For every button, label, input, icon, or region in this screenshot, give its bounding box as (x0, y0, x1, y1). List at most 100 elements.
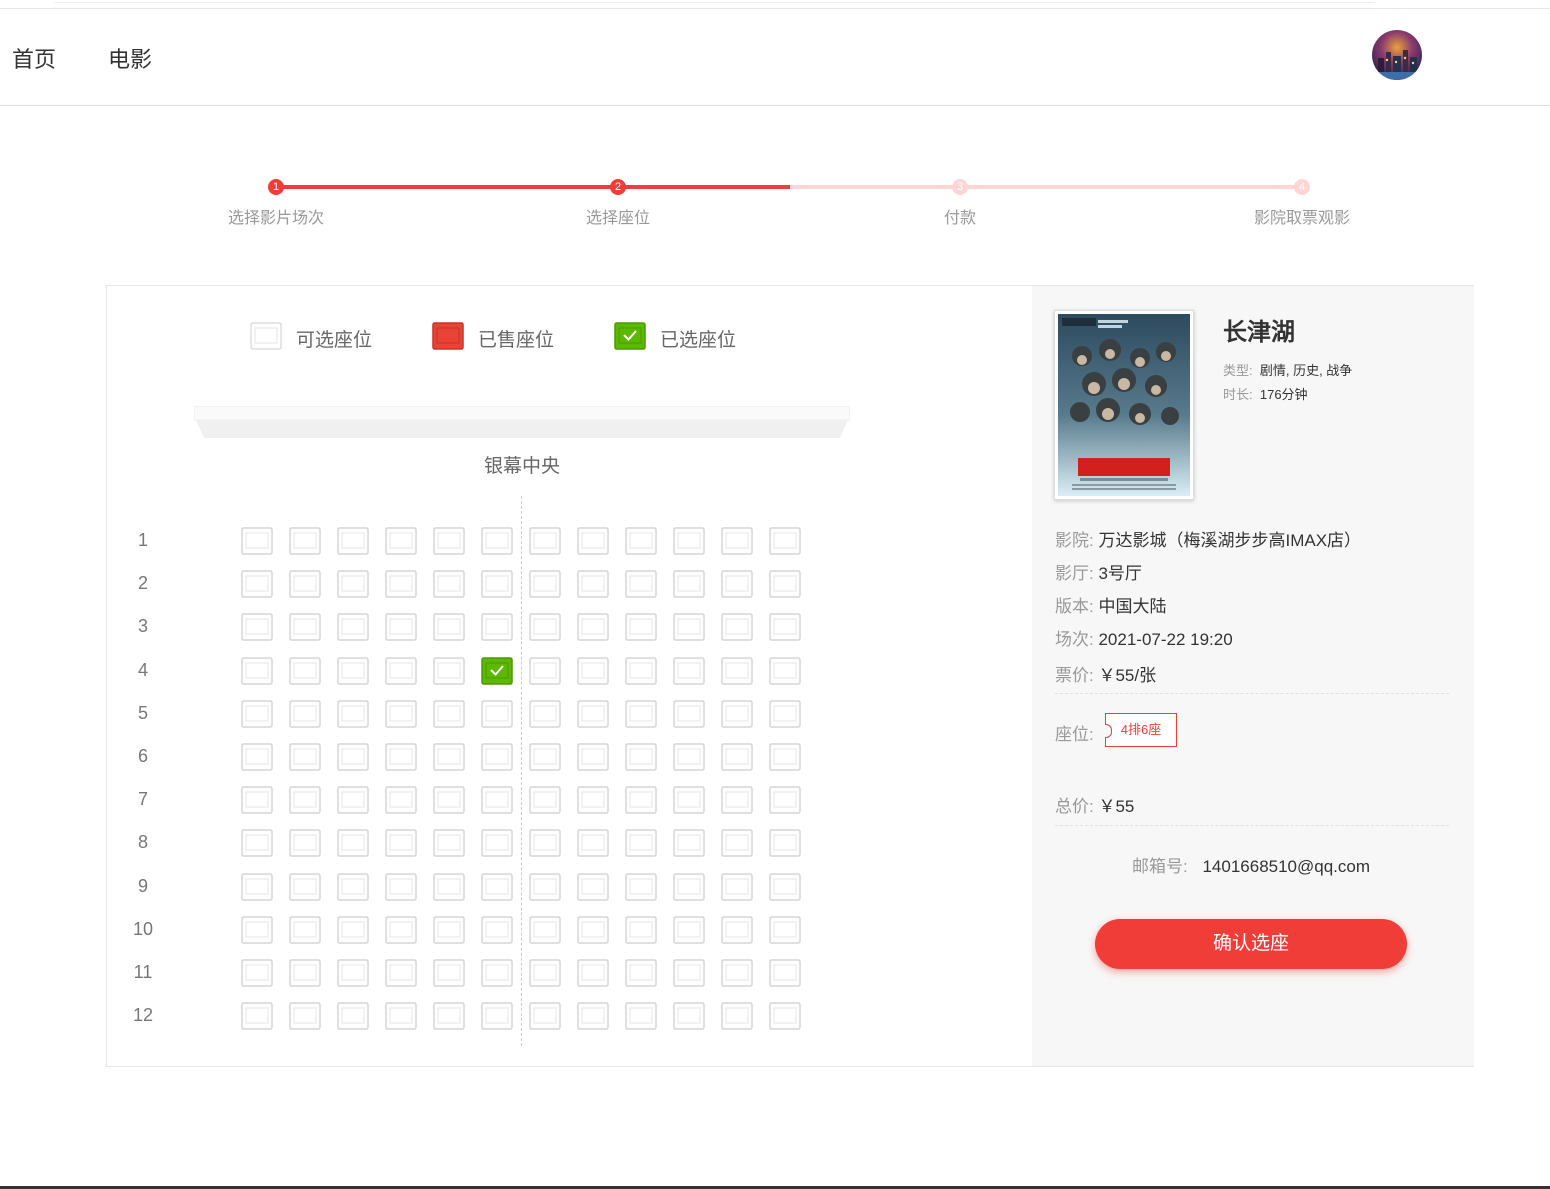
seat-available[interactable] (287, 827, 323, 859)
seat-available[interactable] (767, 1000, 803, 1032)
seat-available[interactable] (671, 568, 707, 600)
seat-available[interactable] (335, 568, 371, 600)
seat-available[interactable] (431, 784, 467, 816)
seat-available[interactable] (335, 655, 371, 687)
seat-available[interactable] (527, 957, 563, 989)
seat-available[interactable] (623, 698, 659, 730)
seat-available[interactable] (575, 525, 611, 557)
seat-available[interactable] (527, 698, 563, 730)
seat-available[interactable] (383, 525, 419, 557)
seat-available[interactable] (479, 698, 515, 730)
seat-available[interactable] (767, 568, 803, 600)
seat-available[interactable] (287, 957, 323, 989)
seat-available[interactable] (383, 655, 419, 687)
seat-available[interactable] (431, 871, 467, 903)
seat-available[interactable] (575, 827, 611, 859)
seat-available[interactable] (719, 827, 755, 859)
seat-available[interactable] (383, 784, 419, 816)
seat-available[interactable] (239, 525, 275, 557)
seat-available[interactable] (239, 611, 275, 643)
seat-selected[interactable] (479, 655, 515, 687)
seat-available[interactable] (671, 784, 707, 816)
seat-available[interactable] (239, 957, 275, 989)
seat-available[interactable] (287, 784, 323, 816)
seat-available[interactable] (431, 655, 467, 687)
seat-available[interactable] (335, 1000, 371, 1032)
seat-available[interactable] (575, 914, 611, 946)
seat-available[interactable] (383, 957, 419, 989)
seat-available[interactable] (671, 957, 707, 989)
seat-available[interactable] (671, 871, 707, 903)
seat-available[interactable] (719, 655, 755, 687)
seat-available[interactable] (623, 914, 659, 946)
seat-available[interactable] (383, 871, 419, 903)
seat-available[interactable] (431, 741, 467, 773)
seat-available[interactable] (767, 957, 803, 989)
seat-available[interactable] (623, 871, 659, 903)
seat-available[interactable] (431, 698, 467, 730)
seat-available[interactable] (623, 1000, 659, 1032)
seat-available[interactable] (575, 741, 611, 773)
seat-available[interactable] (767, 827, 803, 859)
seat-available[interactable] (287, 611, 323, 643)
seat-available[interactable] (623, 741, 659, 773)
seat-available[interactable] (719, 741, 755, 773)
seat-available[interactable] (623, 827, 659, 859)
seat-available[interactable] (431, 1000, 467, 1032)
seat-available[interactable] (479, 568, 515, 600)
seat-available[interactable] (527, 784, 563, 816)
seat-available[interactable] (671, 611, 707, 643)
seat-available[interactable] (239, 871, 275, 903)
seat-available[interactable] (383, 611, 419, 643)
seat-available[interactable] (479, 611, 515, 643)
seat-available[interactable] (335, 698, 371, 730)
seat-available[interactable] (239, 655, 275, 687)
seat-available[interactable] (431, 525, 467, 557)
seat-available[interactable] (719, 957, 755, 989)
seat-available[interactable] (287, 871, 323, 903)
seat-available[interactable] (719, 698, 755, 730)
seat-available[interactable] (431, 827, 467, 859)
seat-available[interactable] (527, 914, 563, 946)
seat-available[interactable] (239, 914, 275, 946)
seat-available[interactable] (767, 741, 803, 773)
seat-available[interactable] (575, 568, 611, 600)
seat-available[interactable] (575, 1000, 611, 1032)
seat-available[interactable] (671, 741, 707, 773)
seat-available[interactable] (719, 611, 755, 643)
seat-available[interactable] (527, 741, 563, 773)
seat-available[interactable] (767, 655, 803, 687)
seat-available[interactable] (671, 827, 707, 859)
seat-available[interactable] (239, 827, 275, 859)
seat-available[interactable] (431, 611, 467, 643)
seat-available[interactable] (383, 827, 419, 859)
seat-available[interactable] (239, 698, 275, 730)
seat-available[interactable] (527, 1000, 563, 1032)
seat-available[interactable] (575, 957, 611, 989)
seat-available[interactable] (767, 871, 803, 903)
seat-available[interactable] (479, 827, 515, 859)
seat-available[interactable] (671, 914, 707, 946)
seat-available[interactable] (719, 784, 755, 816)
seat-available[interactable] (575, 698, 611, 730)
seat-available[interactable] (335, 827, 371, 859)
seat-available[interactable] (479, 741, 515, 773)
seat-available[interactable] (479, 871, 515, 903)
seat-available[interactable] (383, 1000, 419, 1032)
seat-available[interactable] (527, 568, 563, 600)
seat-available[interactable] (719, 914, 755, 946)
seat-available[interactable] (719, 871, 755, 903)
seat-available[interactable] (287, 698, 323, 730)
seat-available[interactable] (719, 525, 755, 557)
seat-available[interactable] (623, 784, 659, 816)
seat-available[interactable] (287, 741, 323, 773)
seat-available[interactable] (479, 914, 515, 946)
seat-available[interactable] (335, 914, 371, 946)
seat-available[interactable] (623, 957, 659, 989)
seat-available[interactable] (623, 568, 659, 600)
seat-available[interactable] (287, 525, 323, 557)
seat-available[interactable] (431, 568, 467, 600)
seat-available[interactable] (383, 568, 419, 600)
seat-available[interactable] (767, 525, 803, 557)
seat-available[interactable] (335, 871, 371, 903)
